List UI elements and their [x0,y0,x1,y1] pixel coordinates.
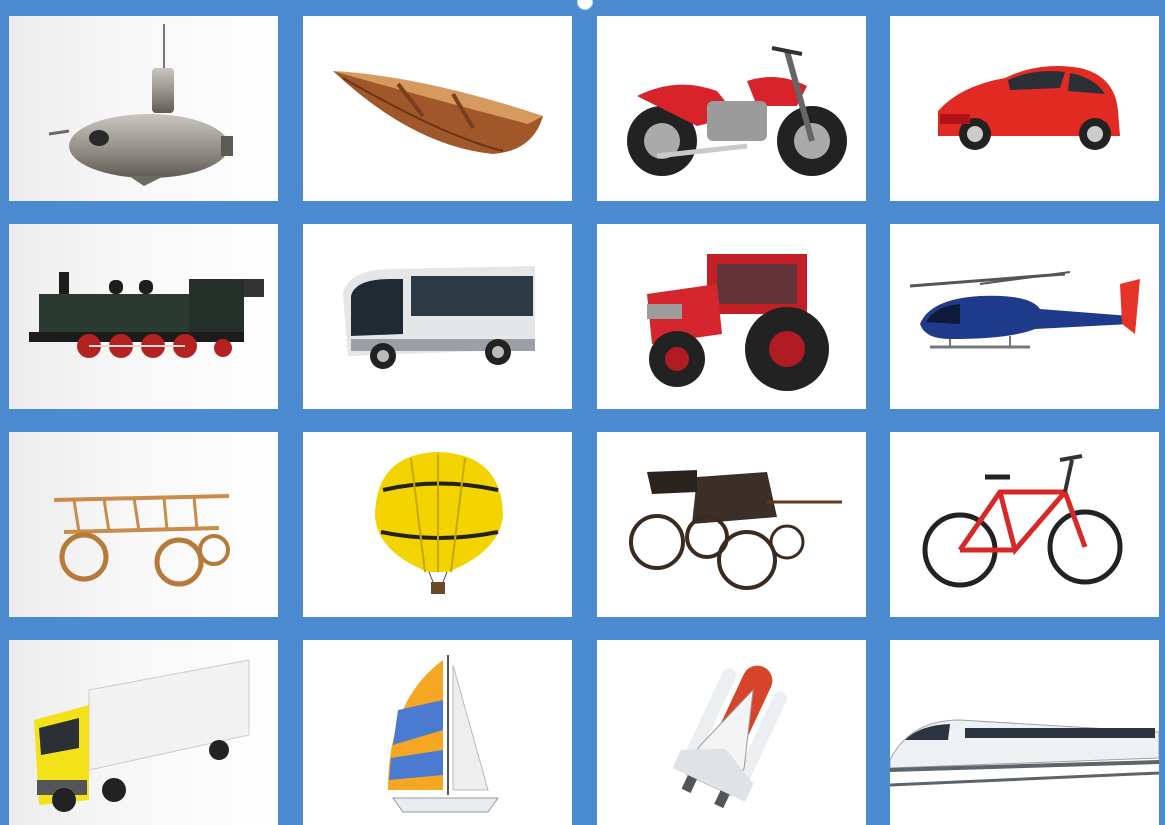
resize-handle[interactable] [577,0,593,10]
motorcycle-icon [627,46,847,176]
tile-car[interactable] [890,16,1159,201]
tile-wooden-wagon[interactable] [9,432,278,617]
hot-air-balloon-icon [375,452,503,594]
tile-bullet-train[interactable] [890,640,1159,825]
vehicle-picture-board [0,0,1165,825]
semi-truck-icon [34,659,250,812]
steam-locomotive-icon [29,272,264,358]
sailboat-icon [388,655,499,813]
tile-hot-air-balloon[interactable] [303,432,572,617]
tile-sailboat[interactable] [303,640,572,825]
tile-semi-truck[interactable] [9,640,278,825]
rowboat-icon [333,71,543,154]
bus-icon [343,266,535,369]
bicycle-icon [922,454,1123,588]
bullet-train-icon [890,719,1159,787]
tile-horse-carriage[interactable] [597,432,866,617]
helicopter-icon [909,271,1140,349]
tile-submarine[interactable] [9,16,278,201]
tile-rowboat[interactable] [303,16,572,201]
tile-steam-locomotive[interactable] [9,224,278,409]
tile-helicopter[interactable] [890,224,1159,409]
submarine-icon [48,24,233,186]
car-icon [938,65,1120,150]
wooden-wagon-icon [53,494,230,587]
tile-motorcycle[interactable] [597,16,866,201]
space-shuttle-icon [672,665,787,809]
tile-tractor[interactable] [597,224,866,409]
horse-carriage-icon [629,470,842,590]
tile-bicycle[interactable] [890,432,1159,617]
tile-space-shuttle[interactable] [597,640,866,825]
tile-bus[interactable] [303,224,572,409]
tractor-icon [647,254,829,391]
